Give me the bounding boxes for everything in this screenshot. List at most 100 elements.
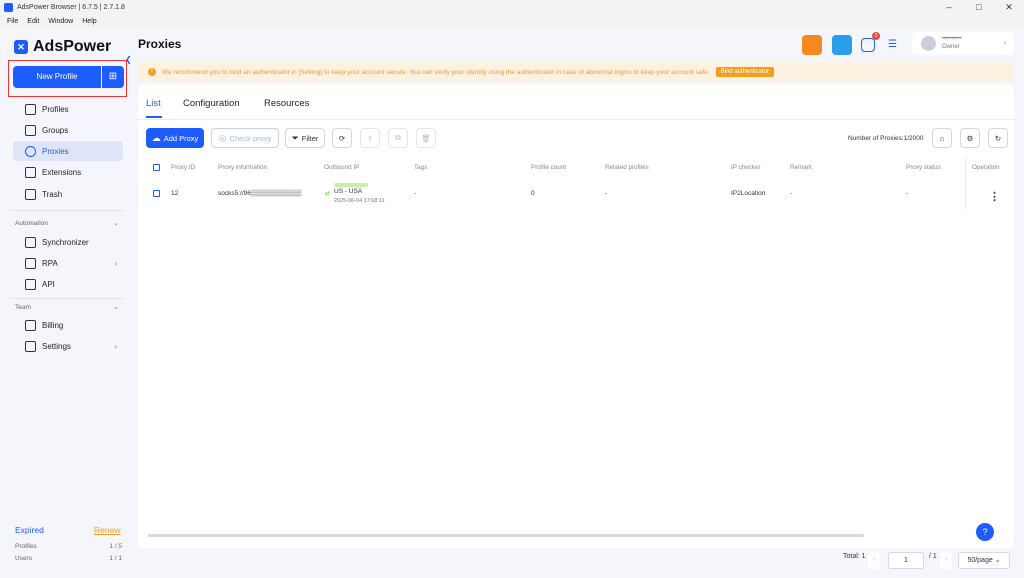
sidebar-item-label: Billing (42, 320, 64, 330)
menu-bar: File Edit Window Help (0, 15, 1024, 28)
sidebar-item-proxies[interactable]: Proxies (13, 141, 123, 161)
copy-icon[interactable]: ⧉ (388, 128, 408, 148)
more-options-icon[interactable]: ⋮ (989, 190, 1000, 203)
team-section-label: Team (15, 304, 31, 311)
download-icon[interactable] (832, 35, 852, 55)
column-header: Outbound IP (324, 164, 360, 171)
bind-authenticator-button[interactable]: Bind authenticator (715, 67, 775, 77)
title-bar: AdsPower Browser | 6.7.5 | 2.7.1.8 – □ ✕ (0, 0, 1024, 15)
chevron-down-icon[interactable]: ⌄ (113, 303, 119, 311)
chevron-right-icon: › (114, 341, 117, 351)
sidebar-item-label: Proxies (42, 146, 69, 156)
column-header: Proxy ID (171, 164, 196, 171)
notification-icon[interactable] (861, 38, 875, 52)
avatar (921, 36, 936, 51)
support-chat-icon[interactable]: ? (976, 523, 994, 541)
maximize-button[interactable]: □ (964, 0, 994, 15)
page-size-select[interactable]: 50/page ⌄ (958, 552, 1010, 569)
sidebar-item-profiles[interactable]: Profiles (13, 99, 123, 119)
logo-text: AdsPower (33, 38, 112, 55)
new-profile-button[interactable]: New Profile (13, 66, 101, 88)
sidebar-item-api[interactable]: API (13, 274, 123, 294)
tab-divider (138, 119, 1014, 120)
profiles-icon (25, 103, 36, 115)
app-icon (4, 3, 13, 12)
ip-checker: IP2Location (731, 190, 766, 197)
sidebar-item-synchronizer[interactable]: Synchronizer (13, 232, 123, 252)
upload-icon[interactable]: ⇪ (360, 128, 380, 148)
delete-icon[interactable]: 🗑 (416, 128, 436, 148)
robot-icon (25, 257, 36, 269)
filter-button[interactable]: ⏷ Filter (285, 128, 325, 148)
logo: ✕ AdsPower (14, 38, 111, 56)
main-panel: List Configuration Resources ☁ Add Proxy… (138, 85, 1014, 548)
profiles-usage-label: Profiles (15, 543, 37, 550)
renew-link[interactable]: Renew (94, 525, 120, 535)
proxy-info: socks5://96▒▒▒▒▒▒▒▒▒▒▒ (218, 190, 302, 197)
security-alert: ! We recommend you to bind an authentica… (138, 62, 1014, 82)
new-profile-options-icon[interactable]: ⊞ (102, 66, 124, 88)
plan-status: Expired (15, 525, 44, 535)
tag-icon[interactable]: ⌂ (932, 128, 952, 148)
tab-resources[interactable]: Resources (264, 98, 309, 109)
check-icon: ◎ (218, 132, 227, 143)
sidebar-item-settings[interactable]: Settings › (13, 336, 123, 356)
account-menu[interactable]: •••••••••••• Owner › (912, 32, 1014, 55)
window-title: AdsPower Browser | 6.7.5 | 2.7.1.8 (17, 4, 125, 11)
puzzle-icon (25, 166, 36, 178)
sidebar-divider (10, 298, 125, 299)
sidebar-item-extensions[interactable]: Extensions (13, 162, 123, 182)
new-profile-highlight: New Profile ⊞ (8, 60, 127, 97)
sidebar-item-label: Profiles (42, 104, 69, 114)
users-usage: Users 1 / 1 (15, 555, 122, 562)
chevron-down-icon[interactable]: ⌄ (113, 219, 119, 227)
warning-icon: ! (148, 68, 156, 76)
column-header: Remark (790, 164, 813, 171)
active-tab-indicator (146, 116, 162, 118)
column-header: Operation (972, 164, 1000, 171)
tab-configuration[interactable]: Configuration (183, 98, 240, 109)
sidebar-item-trash[interactable]: Trash (13, 184, 123, 204)
proxy-id: 12 (171, 190, 179, 197)
tab-list[interactable]: List (146, 98, 161, 109)
refresh-icon[interactable]: ⟳ (332, 128, 352, 148)
table-row[interactable]: 12 socks5://96▒▒▒▒▒▒▒▒▒▒▒ ⇄ US - USA 202… (146, 177, 1006, 209)
row-checkbox[interactable] (153, 190, 160, 197)
horizontal-scrollbar[interactable] (148, 534, 864, 537)
sidebar-item-groups[interactable]: Groups (13, 120, 123, 140)
sidebar: ✕ AdsPower ❮ New Profile ⊞ Profiles Grou… (0, 28, 132, 570)
close-button[interactable]: ✕ (994, 0, 1024, 15)
outbound-ip-masked (334, 183, 368, 187)
check-proxy-button[interactable]: ◎ Check proxy (211, 128, 279, 148)
sidebar-item-label: RPA (42, 258, 58, 268)
billing-icon (25, 319, 36, 331)
sidebar-item-label: API (42, 279, 55, 289)
sidebar-item-label: Synchronizer (42, 237, 89, 247)
menu-file[interactable]: File (7, 18, 18, 25)
reload-icon[interactable]: ↻ (988, 128, 1008, 148)
sidebar-item-rpa[interactable]: RPA › (13, 253, 123, 273)
add-proxy-button[interactable]: ☁ Add Proxy (146, 128, 204, 148)
page-size-value: 50/page (967, 557, 993, 564)
chevron-right-icon: › (114, 258, 117, 268)
minimize-button[interactable]: – (934, 0, 964, 15)
page-input[interactable]: 1 (888, 552, 924, 569)
gear-icon[interactable]: ⚙ (960, 128, 980, 148)
promo-icon[interactable] (802, 35, 822, 55)
add-proxy-label: Add Proxy (163, 133, 199, 143)
sidebar-item-billing[interactable]: Billing (13, 315, 123, 335)
next-page-icon[interactable]: › (940, 552, 952, 569)
menu-edit[interactable]: Edit (27, 18, 39, 25)
prev-page-icon[interactable]: ‹ (868, 552, 880, 569)
list-icon[interactable]: ☰ (888, 38, 902, 52)
remark: - (790, 190, 793, 197)
menu-help[interactable]: Help (82, 18, 96, 25)
sidebar-item-label: Settings (42, 341, 71, 351)
menu-window[interactable]: Window (48, 18, 73, 25)
account-name: •••••••••••• (942, 36, 962, 42)
sidebar-item-label: Groups (42, 125, 69, 135)
proxy-tags: - (414, 190, 417, 197)
app-window: AdsPower Browser | 6.7.5 | 2.7.1.8 – □ ✕… (0, 0, 1024, 578)
column-header: Proxy information (218, 164, 267, 171)
select-all-checkbox[interactable] (153, 164, 160, 171)
